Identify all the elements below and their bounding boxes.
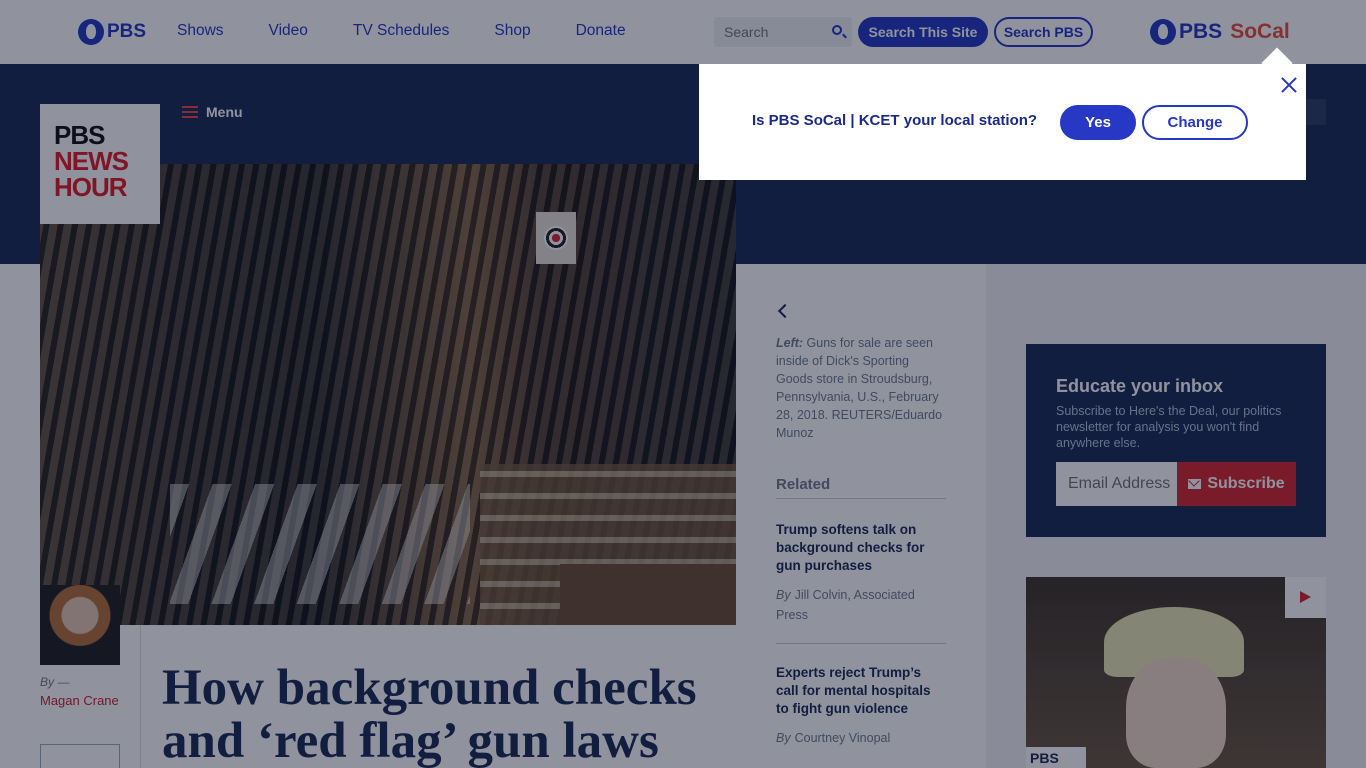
close-icon[interactable] [1278, 74, 1300, 96]
yes-button[interactable]: Yes [1060, 105, 1136, 140]
change-button[interactable]: Change [1142, 105, 1248, 140]
modal-question: Is PBS SoCal | KCET your local station? [752, 112, 1038, 129]
local-station-modal: Is PBS SoCal | KCET your local station? … [699, 64, 1306, 180]
